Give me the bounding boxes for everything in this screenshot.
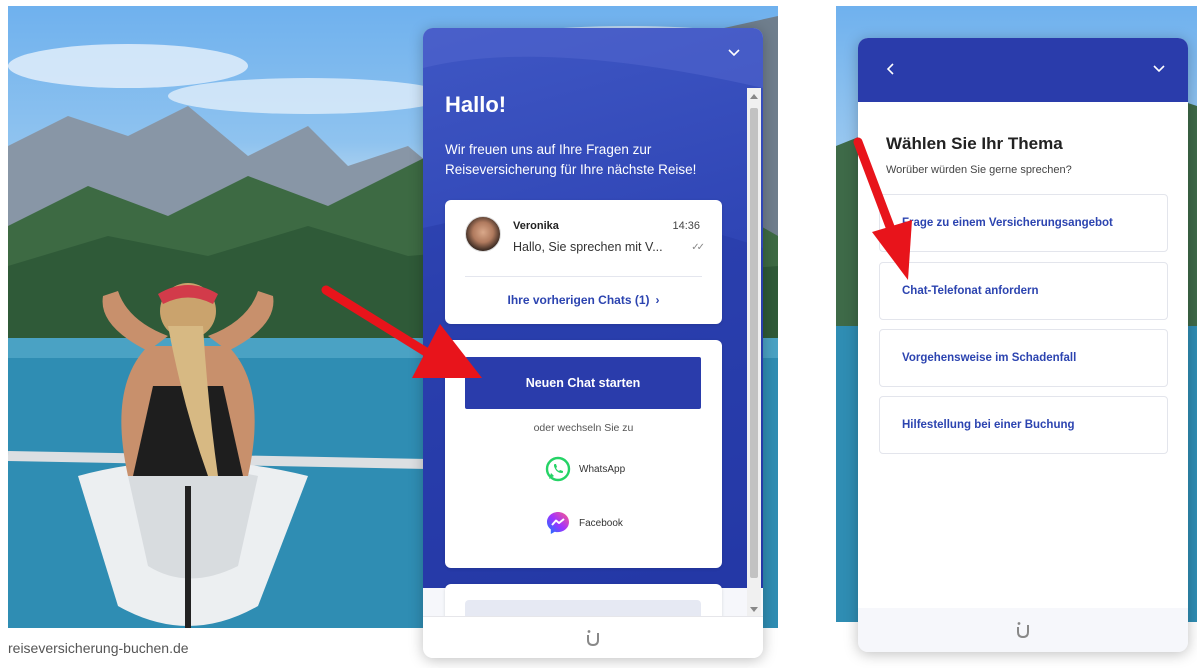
topic-option[interactable]: Chat-Telefonat anfordern bbox=[879, 262, 1168, 320]
channel-whatsapp[interactable]: WhatsApp bbox=[545, 456, 625, 482]
topic-label: Frage zu einem Versicherungsangebot bbox=[902, 217, 1113, 229]
agent-name: Veronika bbox=[513, 220, 559, 232]
channel-label-whatsapp: WhatsApp bbox=[579, 463, 626, 475]
topic-option[interactable]: Vorgehensweise im Schadenfall bbox=[879, 329, 1168, 387]
conversation-card[interactable]: Veronika 14:36 Hallo, Sie sprechen mit V… bbox=[445, 200, 722, 324]
agent-avatar bbox=[465, 216, 501, 252]
whatsapp-icon bbox=[545, 456, 571, 482]
scroll-down-icon[interactable] bbox=[750, 607, 758, 612]
channel-facebook[interactable]: Facebook bbox=[545, 510, 623, 536]
scroll-up-icon[interactable] bbox=[750, 94, 758, 99]
start-chat-card: Neuen Chat starten oder wechseln Sie zu … bbox=[445, 340, 722, 568]
topic-option[interactable]: Hilfestellung bei einer Buchung bbox=[879, 396, 1168, 454]
card-divider bbox=[465, 276, 702, 277]
greeting-title: Hallo! bbox=[445, 92, 507, 117]
back-arrow-icon[interactable] bbox=[884, 62, 898, 76]
next-card-partial bbox=[445, 584, 722, 616]
greeting-subtitle: Wir freuen uns auf Ihre Fragen zur Reise… bbox=[445, 142, 697, 177]
chat-home-scroll-area[interactable]: Hallo! Wir freuen uns auf Ihre Fragen zu… bbox=[423, 28, 763, 616]
message-time: 14:36 bbox=[672, 220, 700, 232]
topics-title: Wählen Sie Ihr Thema bbox=[886, 134, 1063, 153]
channel-label-facebook: Facebook bbox=[579, 517, 623, 529]
topic-option[interactable]: Frage zu einem Versicherungsangebot bbox=[879, 194, 1168, 252]
chat-widget-home: Hallo! Wir freuen uns auf Ihre Fragen zu… bbox=[423, 28, 763, 658]
previous-chats-label: Ihre vorherigen Chats (1) bbox=[507, 293, 650, 307]
chevron-down-icon[interactable] bbox=[727, 46, 741, 60]
scroll-thumb[interactable] bbox=[750, 108, 758, 578]
chevron-right-icon: › bbox=[655, 293, 660, 307]
site-url-caption: reiseversicherung-buchen.de bbox=[8, 640, 189, 656]
start-new-chat-button[interactable]: Neuen Chat starten bbox=[465, 357, 701, 409]
topics-subtitle: Worüber würden Sie gerne sprechen? bbox=[886, 164, 1072, 176]
previous-chats-link[interactable]: Ihre vorherigen Chats (1) › bbox=[445, 293, 722, 307]
read-ticks-icon: ✓✓ bbox=[691, 242, 705, 253]
topic-label: Hilfestellung bei einer Buchung bbox=[902, 419, 1075, 431]
chat-widget-topics: Wählen Sie Ihr Thema Worüber würden Sie … bbox=[858, 38, 1188, 652]
chat-scrollbar[interactable] bbox=[747, 88, 761, 618]
messenger-icon bbox=[547, 512, 569, 534]
brand-logo-icon bbox=[587, 629, 599, 646]
chat-home-footer bbox=[423, 616, 763, 658]
chat-topics-body: Wählen Sie Ihr Thema Worüber würden Sie … bbox=[858, 102, 1188, 610]
message-preview: Hallo, Sie sprechen mit V... bbox=[513, 240, 663, 254]
placeholder-block bbox=[465, 600, 701, 616]
topic-label: Vorgehensweise im Schadenfall bbox=[902, 352, 1077, 364]
chat-topics-header bbox=[858, 38, 1188, 102]
switch-channel-label: oder wechseln Sie zu bbox=[533, 422, 634, 434]
chevron-down-icon[interactable] bbox=[1152, 62, 1166, 76]
topic-label: Chat-Telefonat anfordern bbox=[902, 285, 1039, 297]
brand-logo-icon bbox=[1017, 622, 1029, 639]
chat-topics-footer bbox=[858, 608, 1188, 652]
